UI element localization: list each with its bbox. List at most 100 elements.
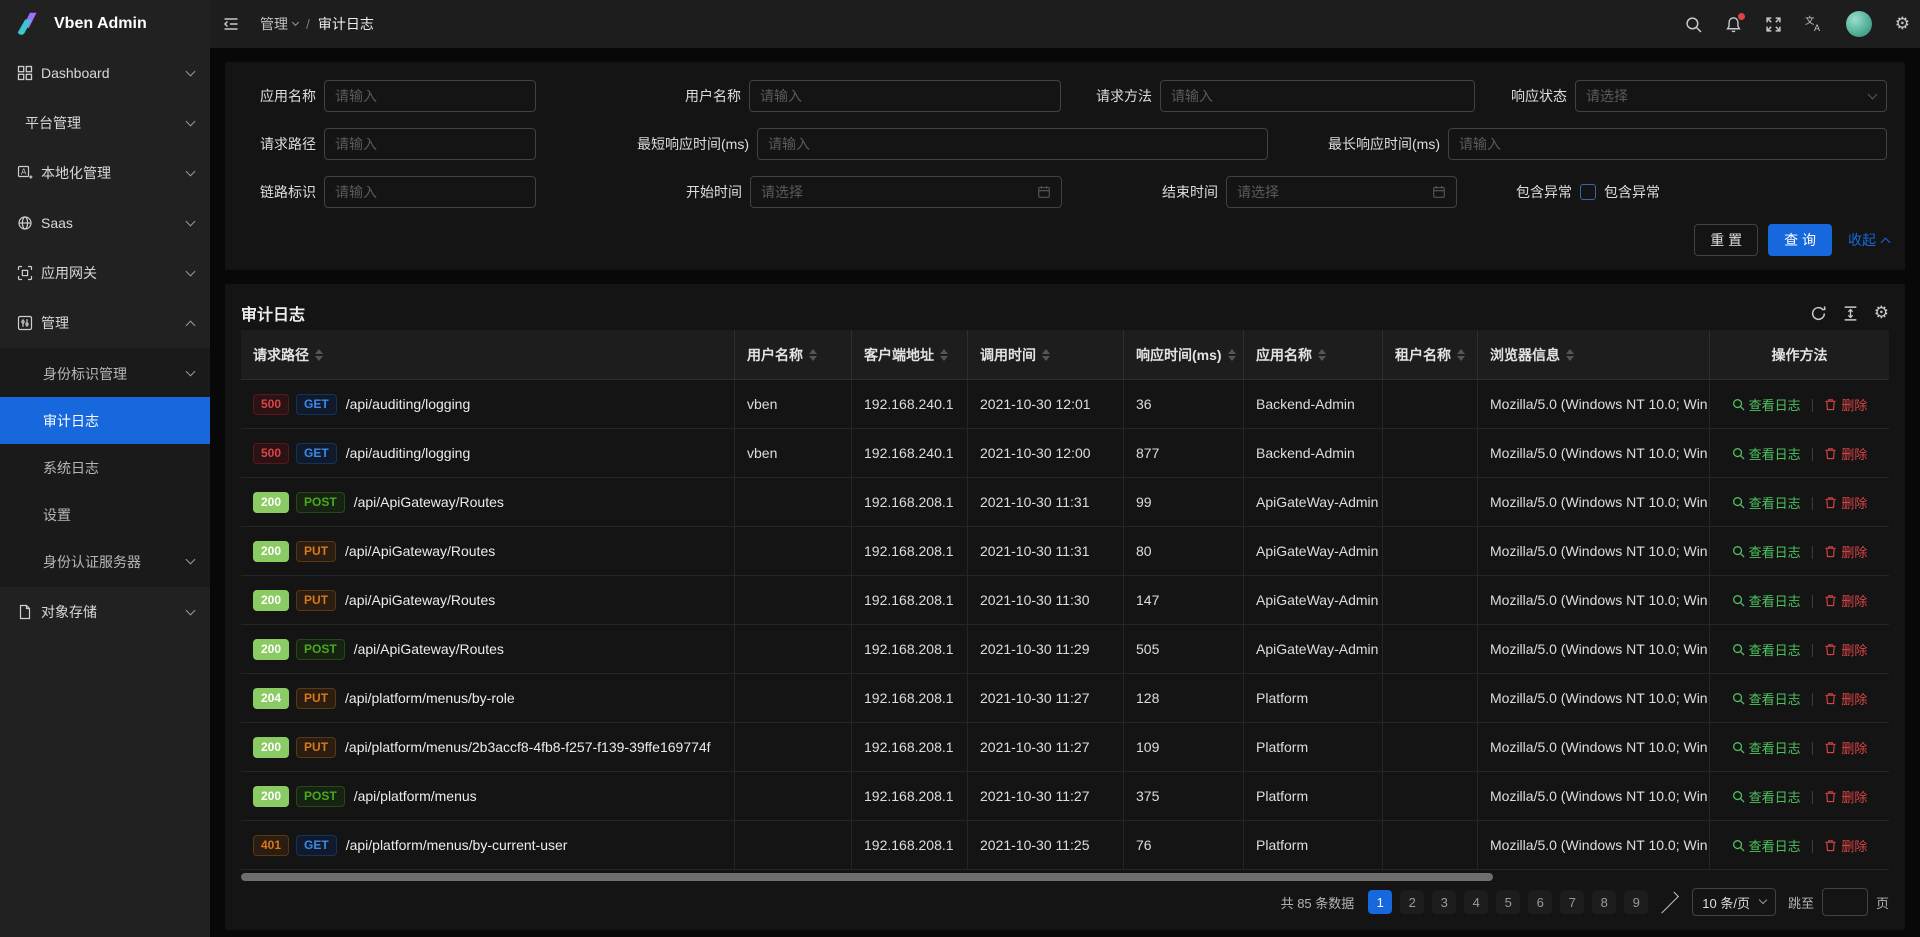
app-name-input[interactable] [324,80,536,112]
audit-log-table: 请求路径 用户名称 客户端地址 调用时间 [241,330,1889,870]
query-button[interactable]: 查 询 [1768,224,1832,256]
delete-button[interactable]: 删除 [1824,640,1867,659]
sidebar-item-identity-server[interactable]: 身份认证服务器 [0,538,210,585]
sliders-icon [17,315,33,331]
magnifier-icon [1732,545,1745,558]
delete-button[interactable]: 删除 [1824,738,1867,757]
sidebar-item-settings[interactable]: 设置 [0,491,210,538]
method-badge: POST [296,786,345,807]
column-header-app-name[interactable]: 应用名称 [1244,330,1383,380]
min-response-time-input[interactable] [757,128,1268,160]
view-log-button[interactable]: 查看日志 [1732,689,1801,708]
delete-button[interactable]: 删除 [1824,395,1867,414]
start-time-datepicker[interactable]: 请选择 [750,176,1062,208]
sidebar-item-audit-log[interactable]: 审计日志 [0,397,210,444]
delete-button[interactable]: 删除 [1824,493,1867,512]
column-header-tenant-name[interactable]: 租户名称 [1383,330,1478,380]
sidebar-item-saas[interactable]: Saas [0,198,210,248]
scrollbar-thumb[interactable] [241,873,1493,881]
page-button-8[interactable]: 8 [1592,890,1616,914]
view-log-button[interactable]: 查看日志 [1732,640,1801,659]
page-button-9[interactable]: 9 [1624,890,1648,914]
delete-button[interactable]: 删除 [1824,689,1867,708]
table-horizontal-scrollbar[interactable] [241,873,1889,881]
settings-gear-icon[interactable]: ⚙ [1895,16,1910,33]
column-header-call-time[interactable]: 调用时间 [968,330,1124,380]
view-log-button[interactable]: 查看日志 [1732,493,1801,512]
view-log-button[interactable]: 查看日志 [1732,787,1801,806]
actions-cell: 查看日志 | 删除 [1710,576,1889,625]
sort-icon [1318,349,1326,361]
view-log-button[interactable]: 查看日志 [1732,542,1801,561]
sidebar-item-management[interactable]: 管理 [0,298,210,348]
translate-icon[interactable]: 文 A [1805,15,1823,33]
sidebar-item-localization[interactable]: A 本地化管理 [0,148,210,198]
sidebar-item-system-log[interactable]: 系统日志 [0,444,210,491]
tenant-name-cell [1383,723,1478,772]
delete-button[interactable]: 删除 [1824,836,1867,855]
page-button-6[interactable]: 6 [1528,890,1552,914]
response-status-select[interactable]: 请选择 [1575,80,1887,112]
sidebar-item-label: 身份标识管理 [43,364,187,384]
column-header-client-address[interactable]: 客户端地址 [852,330,968,380]
column-header-browser-info[interactable]: 浏览器信息 [1478,330,1710,380]
page-button-1[interactable]: 1 [1368,890,1392,914]
max-response-time-input[interactable] [1448,128,1887,160]
view-log-button[interactable]: 查看日志 [1732,395,1801,414]
filter-field-http-method: 请求方法 [1061,80,1475,112]
view-log-button[interactable]: 查看日志 [1732,836,1801,855]
trace-id-input[interactable] [324,176,536,208]
user-avatar[interactable] [1846,11,1872,37]
jump-page-input[interactable] [1822,888,1868,916]
row-height-icon[interactable] [1842,305,1859,322]
app-logo[interactable]: Vben Admin [0,0,210,48]
chevron-down-icon [1759,896,1767,904]
reset-button[interactable]: 重 置 [1694,224,1758,256]
http-method-input[interactable] [1160,80,1475,112]
has-exception-checkbox[interactable] [1580,184,1596,200]
sidebar-item-platform[interactable]: 平台管理 [0,98,210,148]
sidebar-item-gateway[interactable]: 应用网关 [0,248,210,298]
page-button-2[interactable]: 2 [1400,890,1424,914]
breadcrumb-parent[interactable]: 管理 [260,14,298,34]
page-button-7[interactable]: 7 [1560,890,1584,914]
user-name-input[interactable] [749,80,1061,112]
sidebar-item-dashboard[interactable]: Dashboard [0,48,210,98]
sort-icon [809,349,817,361]
view-log-button[interactable]: 查看日志 [1732,738,1801,757]
fullscreen-icon[interactable] [1765,16,1782,33]
delete-button[interactable]: 删除 [1824,787,1867,806]
call-time-cell: 2021-10-30 12:01 [968,380,1124,429]
user-name-cell: vben [735,380,852,429]
response-time-cell: 128 [1124,674,1244,723]
delete-button[interactable]: 删除 [1824,591,1867,610]
collapse-filter-link[interactable]: 收起 [1848,230,1889,250]
notifications-bell-icon[interactable] [1725,16,1742,33]
table-settings-gear-icon[interactable]: ⚙ [1874,305,1889,322]
column-header-user-name[interactable]: 用户名称 [735,330,852,380]
delete-button[interactable]: 删除 [1824,542,1867,561]
view-log-button[interactable]: 查看日志 [1732,444,1801,463]
method-badge: GET [296,394,337,415]
tenant-name-cell [1383,429,1478,478]
action-divider: | [1811,445,1815,461]
view-log-button[interactable]: 查看日志 [1732,591,1801,610]
method-badge: PUT [296,590,336,611]
page-size-select[interactable]: 10 条/页 [1692,888,1776,916]
end-time-datepicker[interactable]: 请选择 [1226,176,1457,208]
refresh-icon[interactable] [1810,305,1827,322]
request-path-input[interactable] [324,128,536,160]
delete-button[interactable]: 删除 [1824,444,1867,463]
page-button-4[interactable]: 4 [1464,890,1488,914]
sidebar-item-identity-management[interactable]: 身份标识管理 [0,350,210,397]
page-button-3[interactable]: 3 [1432,890,1456,914]
menu-fold-icon[interactable] [222,15,240,33]
sidebar-item-object-storage[interactable]: 对象存储 [0,587,210,637]
chevron-down-icon [186,555,196,565]
column-header-request-path[interactable]: 请求路径 [241,330,735,380]
next-page-button[interactable] [1656,890,1680,914]
sidebar-item-label: 平台管理 [25,113,187,133]
search-icon[interactable] [1685,16,1702,33]
page-button-5[interactable]: 5 [1496,890,1520,914]
column-header-response-time[interactable]: 响应时间(ms) [1124,330,1244,380]
